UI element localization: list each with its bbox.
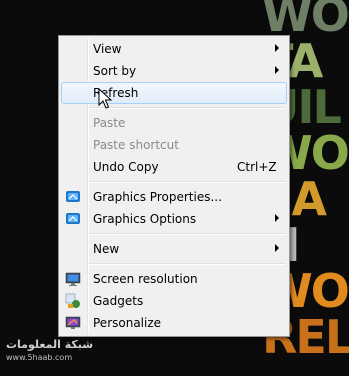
menu-item-label: Gadgets xyxy=(93,294,144,308)
menu-item-label: View xyxy=(93,42,122,56)
wallpaper-text: WO xyxy=(262,0,349,42)
shortcut-label: Ctrl+Z xyxy=(237,160,277,174)
menu-item-undo-copy[interactable]: Undo Copy Ctrl+Z xyxy=(61,156,287,178)
submenu-arrow-icon xyxy=(275,44,279,52)
menu-item-screen-resolution[interactable]: Screen resolution xyxy=(61,268,287,290)
submenu-arrow-icon xyxy=(275,214,279,222)
intel-graphics-icon xyxy=(66,191,80,202)
menu-item-paste-shortcut: Paste shortcut xyxy=(61,134,287,156)
menu-item-label: Undo Copy xyxy=(93,160,159,174)
menu-item-gadgets[interactable]: Gadgets xyxy=(61,290,287,312)
menu-item-personalize[interactable]: Personalize xyxy=(61,312,287,334)
intel-graphics-icon xyxy=(66,213,80,224)
menu-item-label: Screen resolution xyxy=(93,272,198,286)
menu-item-sort-by[interactable]: Sort by xyxy=(61,60,287,82)
menu-separator xyxy=(89,107,285,109)
watermark-logo: شبكة المعلومات www.5haab.com xyxy=(6,338,98,372)
submenu-arrow-icon xyxy=(275,66,279,74)
menu-item-refresh[interactable]: Refresh xyxy=(61,82,287,104)
menu-item-paste: Paste xyxy=(61,112,287,134)
menu-separator xyxy=(89,181,285,183)
watermark-title: شبكة المعلومات xyxy=(6,338,94,351)
menu-separator xyxy=(89,233,285,235)
menu-item-label: Paste shortcut xyxy=(93,138,179,152)
menu-item-new[interactable]: New xyxy=(61,238,287,260)
watermark-url: www.5haab.com xyxy=(6,353,73,362)
menu-item-label: Graphics Options xyxy=(93,212,197,226)
menu-item-label: Graphics Properties... xyxy=(93,190,222,204)
mouse-cursor-icon xyxy=(98,88,112,109)
menu-item-label: Personalize xyxy=(93,316,162,330)
menu-item-label: New xyxy=(93,242,120,256)
gadgets-icon xyxy=(65,293,80,308)
menu-item-view[interactable]: View xyxy=(61,38,287,60)
personalize-icon xyxy=(65,316,81,329)
menu-item-graphics-properties[interactable]: Graphics Properties... xyxy=(61,186,287,208)
monitor-icon xyxy=(65,272,81,286)
submenu-arrow-icon xyxy=(275,244,279,252)
menu-item-label: Paste xyxy=(93,116,126,130)
menu-separator xyxy=(89,263,285,265)
desktop-context-menu: View Sort by Refresh Paste Paste shortcu… xyxy=(58,35,290,337)
menu-item-label: Sort by xyxy=(93,64,137,78)
menu-item-graphics-options[interactable]: Graphics Options xyxy=(61,208,287,230)
